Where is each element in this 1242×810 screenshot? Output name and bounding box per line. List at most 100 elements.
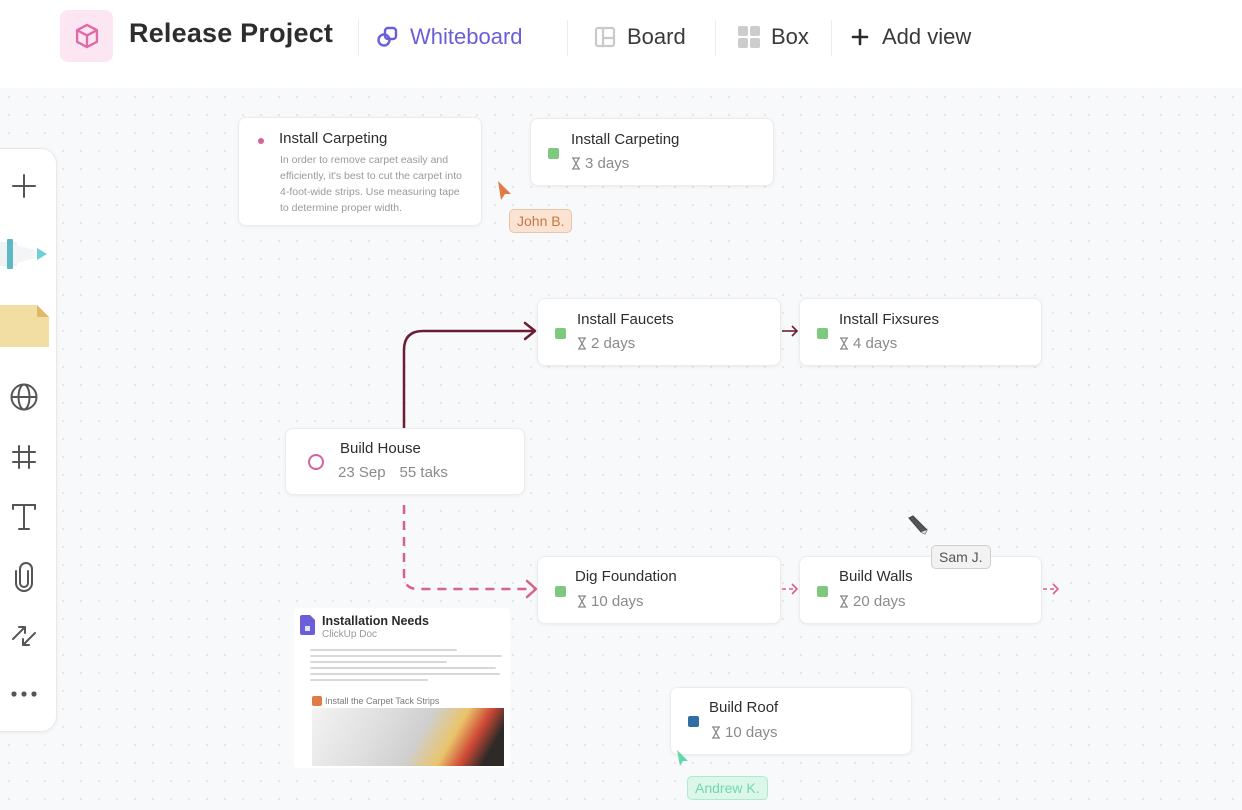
sticky-note-tool-button[interactable] (0, 302, 51, 348)
task-card[interactable]: Install Fixsures 4 days (799, 298, 1042, 366)
add-view-label: Add view (882, 24, 972, 49)
tab-board[interactable]: Board (593, 20, 686, 54)
task-duration: 10 days (711, 724, 778, 741)
hourglass-icon (840, 337, 848, 350)
cube-icon (75, 23, 98, 49)
globe-icon (10, 383, 38, 411)
task-card[interactable]: Dig Foundation 10 days (537, 556, 781, 624)
status-indicator (555, 586, 566, 597)
status-indicator (555, 328, 566, 339)
more-dots-icon (11, 691, 37, 697)
globe-tool-button[interactable] (1, 377, 47, 417)
task-duration: 20 days (839, 593, 906, 610)
hourglass-icon (712, 726, 720, 739)
status-indicator (817, 586, 828, 597)
hourglass-icon (840, 595, 848, 608)
hourglass-icon (572, 157, 580, 170)
divider (567, 20, 568, 56)
left-toolbar (0, 148, 57, 732)
whiteboard-icon (376, 25, 400, 49)
text-tool-button[interactable] (1, 497, 47, 537)
divider (715, 20, 716, 56)
note-dot-icon (258, 138, 264, 144)
project-node-title: Build House (340, 440, 421, 457)
project-icon-tile (60, 10, 113, 62)
doc-section-title: Install the Carpet Tack Strips (325, 696, 440, 706)
task-title: Install Carpeting (571, 131, 680, 148)
tab-label: Board (627, 24, 686, 49)
plus-icon (12, 174, 36, 198)
collaborator-label-andrew: Andrew K. (687, 776, 768, 800)
project-task-count: 55 taks (399, 464, 448, 481)
connector-arrows-icon (12, 626, 36, 646)
status-indicator (688, 716, 699, 727)
doc-card[interactable]: Installation Needs ClickUp Doc Install t… (294, 608, 510, 768)
task-card[interactable]: Build Walls 20 days (799, 556, 1042, 624)
tab-box[interactable]: Box (737, 20, 809, 54)
note-card[interactable]: Install Carpeting In order to remove car… (238, 117, 482, 226)
duration-text: 20 days (853, 593, 906, 610)
duration-text: 3 days (585, 155, 630, 172)
frame-tool-button[interactable] (1, 437, 47, 477)
divider (358, 20, 359, 56)
doc-text-preview (310, 645, 506, 685)
task-duration: 2 days (577, 335, 635, 352)
note-body: In order to remove carpet easily and eff… (280, 154, 462, 214)
task-card[interactable]: Build Roof 10 days (670, 687, 912, 755)
task-card[interactable]: Install Faucets 2 days (537, 298, 781, 366)
tab-whiteboard[interactable]: Whiteboard (376, 20, 523, 54)
hourglass-icon (578, 595, 586, 608)
status-indicator (548, 148, 559, 159)
connector-tool-button[interactable] (1, 616, 47, 656)
text-icon (12, 504, 36, 530)
task-duration: 10 days (577, 593, 644, 610)
doc-title: Installation Needs (322, 614, 429, 628)
project-title: Release Project (129, 18, 334, 48)
more-tools-button[interactable] (1, 674, 47, 714)
project-date: 23 Sep (338, 464, 386, 481)
tab-label: Box (771, 24, 809, 49)
duration-text: 10 days (725, 724, 778, 741)
doc-section-heading: Install the Carpet Tack Strips (312, 696, 439, 706)
divider (831, 20, 832, 56)
attach-tool-button[interactable] (1, 557, 47, 597)
task-duration: 4 days (839, 335, 897, 352)
cursor-andrew-icon (677, 750, 688, 766)
doc-image-preview (312, 708, 504, 766)
collaborator-label-sam: Sam J. (931, 545, 991, 569)
task-title: Install Faucets (577, 311, 674, 328)
paperclip-icon (15, 562, 33, 592)
frame-hash-icon (12, 445, 36, 469)
task-title: Build Walls (839, 568, 913, 585)
task-title: Dig Foundation (575, 568, 677, 585)
tab-label: Whiteboard (410, 24, 523, 49)
hourglass-icon (578, 337, 586, 350)
header-bar: Release Project Whiteboard Board Box Add… (0, 0, 1242, 88)
task-duration: 3 days (571, 155, 629, 172)
status-indicator (817, 328, 828, 339)
task-card[interactable]: Install Carpeting 3 days (530, 118, 774, 186)
add-tool-button[interactable] (1, 166, 47, 206)
plus-icon (848, 25, 872, 49)
section-number-badge (312, 696, 322, 706)
duration-text: 2 days (591, 335, 636, 352)
pencil-cursor-sam-icon (908, 515, 928, 535)
marker-tool-button[interactable] (0, 234, 51, 274)
sticky-note-icon (0, 305, 49, 347)
cursor-john-icon (498, 181, 511, 200)
task-title: Install Fixsures (839, 311, 940, 328)
project-node-meta: 23 Sep 55 taks (338, 464, 448, 481)
project-card[interactable]: Build House 23 Sep 55 taks (285, 428, 525, 495)
task-title: Build Roof (709, 699, 779, 716)
whiteboard-canvas[interactable] (0, 88, 1242, 810)
doc-subtitle: ClickUp Doc (322, 629, 378, 640)
box-grid-icon (737, 25, 761, 49)
add-view-button[interactable]: Add view (848, 20, 971, 54)
marker-icon (0, 239, 47, 269)
board-icon (593, 25, 617, 49)
note-title: Install Carpeting (279, 130, 388, 147)
duration-text: 4 days (853, 335, 898, 352)
doc-icon (300, 615, 315, 635)
collaborator-label-john: John B. (509, 209, 573, 233)
duration-text: 10 days (591, 593, 644, 610)
